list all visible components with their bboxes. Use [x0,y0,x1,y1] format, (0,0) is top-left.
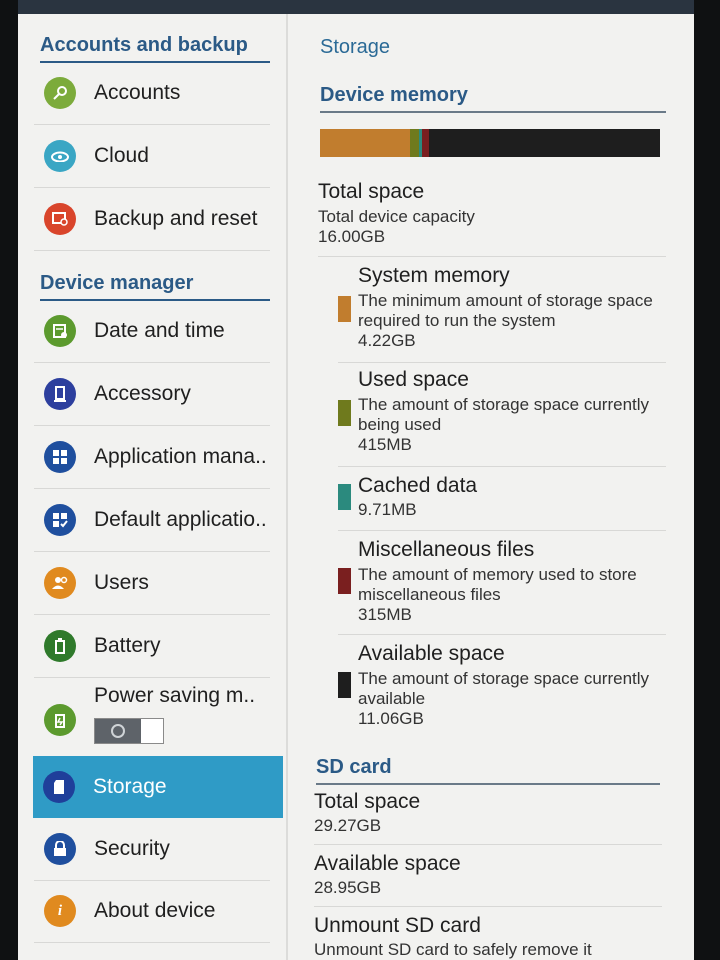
device-memory-header: Device memory [320,84,666,113]
menu-item-label: Storage [93,775,167,798]
menu-item-label: Security [94,837,170,860]
cached-data-swatch [338,484,351,510]
used-space-text: Used space The amount of storage space c… [358,368,666,455]
menu-item-security[interactable]: Security [34,818,270,881]
menu-item-label: Backup and reset [94,207,258,230]
available-space-text: Available space The amount of storage sp… [358,642,666,729]
system-memory-text: System memory The minimum amount of stor… [358,264,666,351]
menu-item-accounts[interactable]: Accounts [34,62,270,125]
menu-item-application-manager[interactable]: Application mana.. [34,426,270,489]
cloud-icon [44,140,76,172]
settings-menu: Accounts and backup Accounts Cloud Backu… [18,14,286,960]
toggle-thumb [141,719,163,743]
system-memory-swatch [338,296,351,322]
total-space-title: Total space [318,180,425,203]
device-manager-header: Device manager [40,272,270,301]
status-bar [18,0,694,14]
menu-item-cloud[interactable]: Cloud [34,125,270,188]
menu-item-accessory[interactable]: Accessory [34,363,270,426]
page-title: Storage [320,36,391,58]
menu-item-label: Default applicatio.. [94,508,267,531]
power-saving-icon [44,704,76,736]
toggle-off-ring [111,724,125,738]
menu-item-label: About device [94,899,216,922]
cached-data-title: Cached data [358,474,478,497]
menu-item-default-applications[interactable]: Default applicatio.. [34,489,270,552]
usage-bar-segment [320,129,410,157]
sd-available-space-value: 28.95GB [314,878,382,897]
unmount-sd-card-item[interactable]: Unmount SD card Unmount SD card to safel… [314,910,662,960]
used-space-desc: The amount of storage space currently be… [358,395,650,434]
used-space-title: Used space [358,368,469,391]
menu-item-about-device[interactable]: i About device [34,880,270,943]
accounts-backup-header: Accounts and backup [40,34,270,63]
misc-files-title: Miscellaneous files [358,538,535,561]
grid-icon [44,441,76,473]
calendar-icon [44,315,76,347]
toggle-off-track [95,719,141,743]
available-space-item[interactable]: Available space The amount of storage sp… [338,638,666,738]
available-space-desc: The amount of storage space currently av… [358,669,650,708]
menu-item-power-saving[interactable]: Power saving m.. [34,678,270,761]
available-space-title: Available space [358,642,505,665]
sd-total-space-item[interactable]: Total space 29.27GB [314,786,662,845]
battery-icon [44,630,76,662]
used-space-swatch [338,400,351,426]
unmount-sd-card-title: Unmount SD card [314,914,481,937]
sd-total-space-value: 29.27GB [314,816,382,835]
key-icon [44,77,76,109]
sd-card-icon [43,771,75,803]
menu-item-label: Cloud [94,144,149,167]
power-saving-toggle[interactable] [94,718,164,744]
total-space-item[interactable]: Total space Total device capacity 16.00G… [318,176,666,257]
cached-data-value: 9.71MB [358,500,417,519]
menu-item-label: Application mana.. [94,445,267,468]
sd-available-space-title: Available space [314,852,461,875]
grid-check-icon [44,504,76,536]
misc-files-item[interactable]: Miscellaneous files The amount of memory… [338,534,666,635]
misc-files-value: 315MB [358,605,412,624]
usage-bar-segment [421,129,429,157]
sd-available-space-item[interactable]: Available space 28.95GB [314,848,662,907]
total-space-desc: Total device capacity [318,207,475,226]
info-icon: i [44,895,76,927]
lock-icon [44,833,76,865]
menu-item-storage[interactable]: Storage [33,756,283,818]
users-icon [44,567,76,599]
system-memory-value: 4.22GB [358,331,416,350]
menu-item-label: Date and time [94,319,225,342]
usage-bar-segment [409,129,419,157]
usage-bar-segment [428,129,660,157]
system-memory-item[interactable]: System memory The minimum amount of stor… [338,260,666,363]
misc-files-desc: The amount of memory used to store misce… [358,565,637,604]
cached-data-text: Cached data 9.71MB [358,474,666,520]
menu-item-label: Power saving m.. [94,684,256,707]
misc-files-text: Miscellaneous files The amount of memory… [358,538,666,625]
available-space-value: 11.06GB [358,709,424,728]
cached-data-item[interactable]: Cached data 9.71MB [338,468,666,531]
menu-item-label: Users [94,571,149,594]
backup-icon [44,203,76,235]
sd-total-space-title: Total space [314,790,421,813]
available-space-swatch [338,672,351,698]
unmount-sd-card-desc: Unmount SD card to safely remove it [314,940,592,959]
used-space-value: 415MB [358,435,412,454]
menu-item-date-time[interactable]: Date and time [34,300,270,363]
accessory-icon [44,378,76,410]
total-space-value: 16.00GB [318,227,386,246]
menu-item-label: Accounts [94,81,181,104]
storage-detail-pane: Storage Device memory Total space Total … [288,14,694,960]
menu-item-battery[interactable]: Battery [34,615,270,678]
used-space-item[interactable]: Used space The amount of storage space c… [338,364,666,467]
system-memory-title: System memory [358,264,510,287]
settings-screen: Accounts and backup Accounts Cloud Backu… [18,14,694,960]
menu-item-backup-reset[interactable]: Backup and reset [34,188,270,251]
misc-files-swatch [338,568,351,594]
sd-card-header: SD card [316,756,660,785]
menu-item-users[interactable]: Users [34,552,270,615]
storage-usage-bar [320,129,660,157]
system-memory-desc: The minimum amount of storage space requ… [358,291,653,330]
menu-item-label: Battery [94,634,161,657]
menu-item-label: Accessory [94,382,191,405]
